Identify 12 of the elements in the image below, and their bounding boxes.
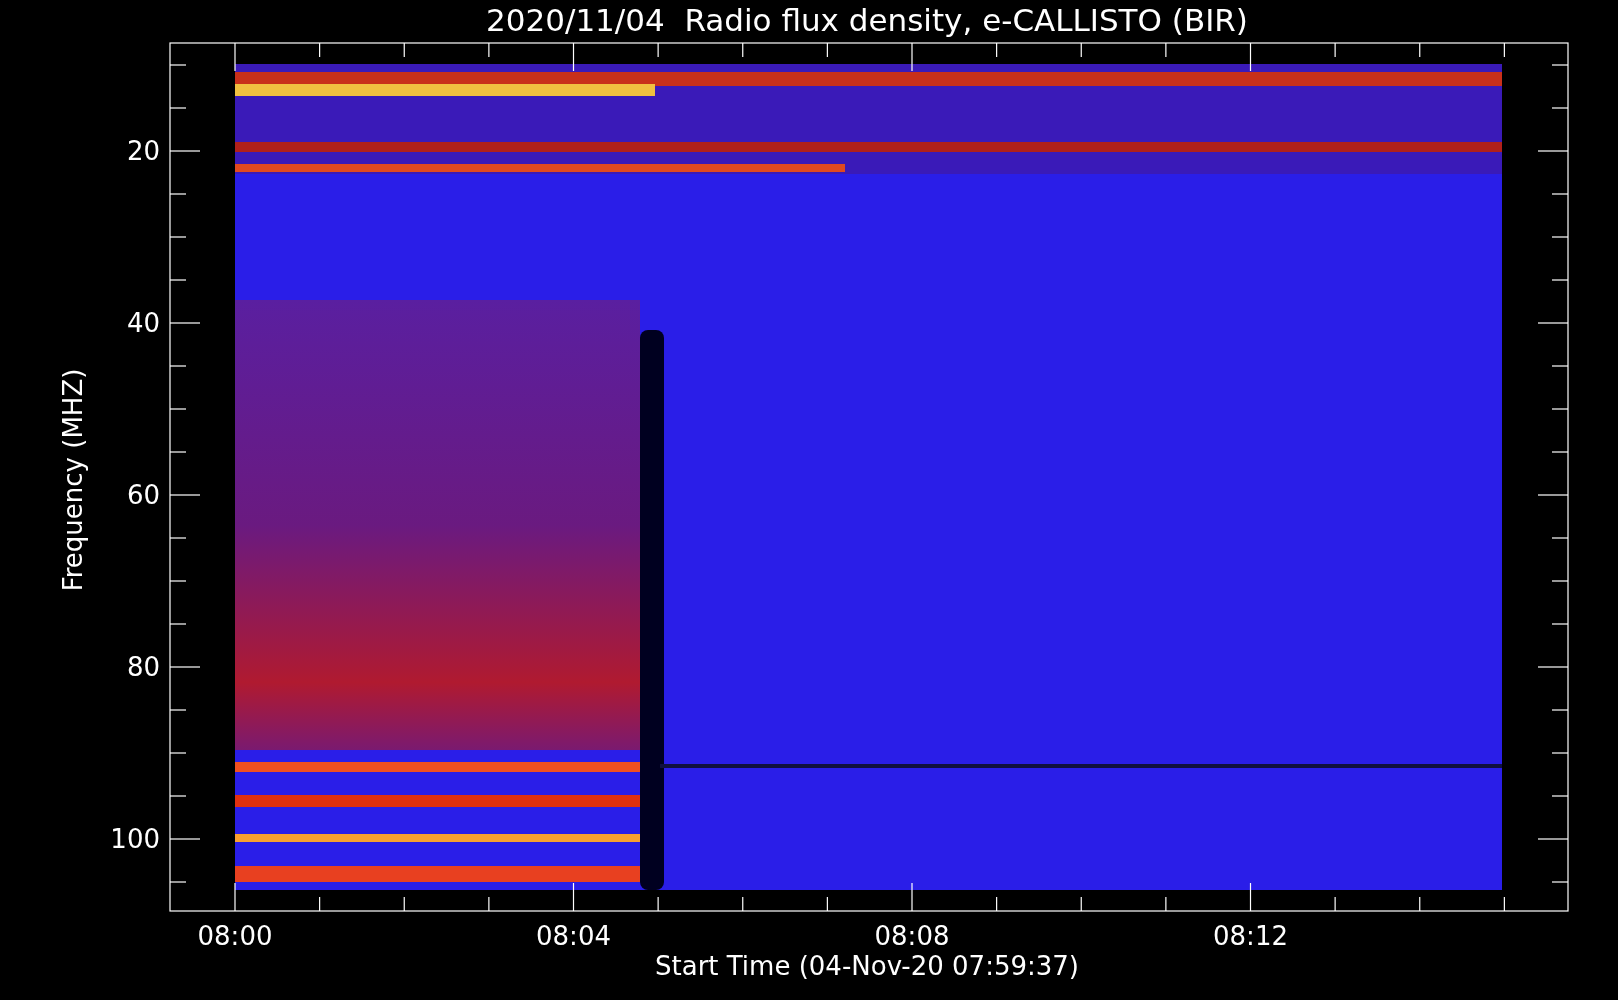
tick-label: 08:08 bbox=[874, 921, 950, 951]
tick-label: 20 bbox=[126, 136, 160, 166]
axis-label: Frequency (MHZ) bbox=[58, 368, 88, 592]
tick-label: 80 bbox=[126, 652, 160, 682]
tick-label: 08:12 bbox=[1213, 921, 1288, 951]
tick-label: 60 bbox=[126, 480, 160, 510]
chart-title: 2020/11/04 Radio flux density, e-CALLISTO (BIR) bbox=[486, 2, 1248, 38]
tick-label: 08:04 bbox=[536, 921, 611, 951]
axis-label: Start Time (04-Nov-20 07:59:37) bbox=[655, 951, 1079, 981]
tick-label: 40 bbox=[126, 308, 160, 338]
tick-label: 08:00 bbox=[197, 921, 273, 951]
tick-label: 100 bbox=[110, 824, 160, 854]
